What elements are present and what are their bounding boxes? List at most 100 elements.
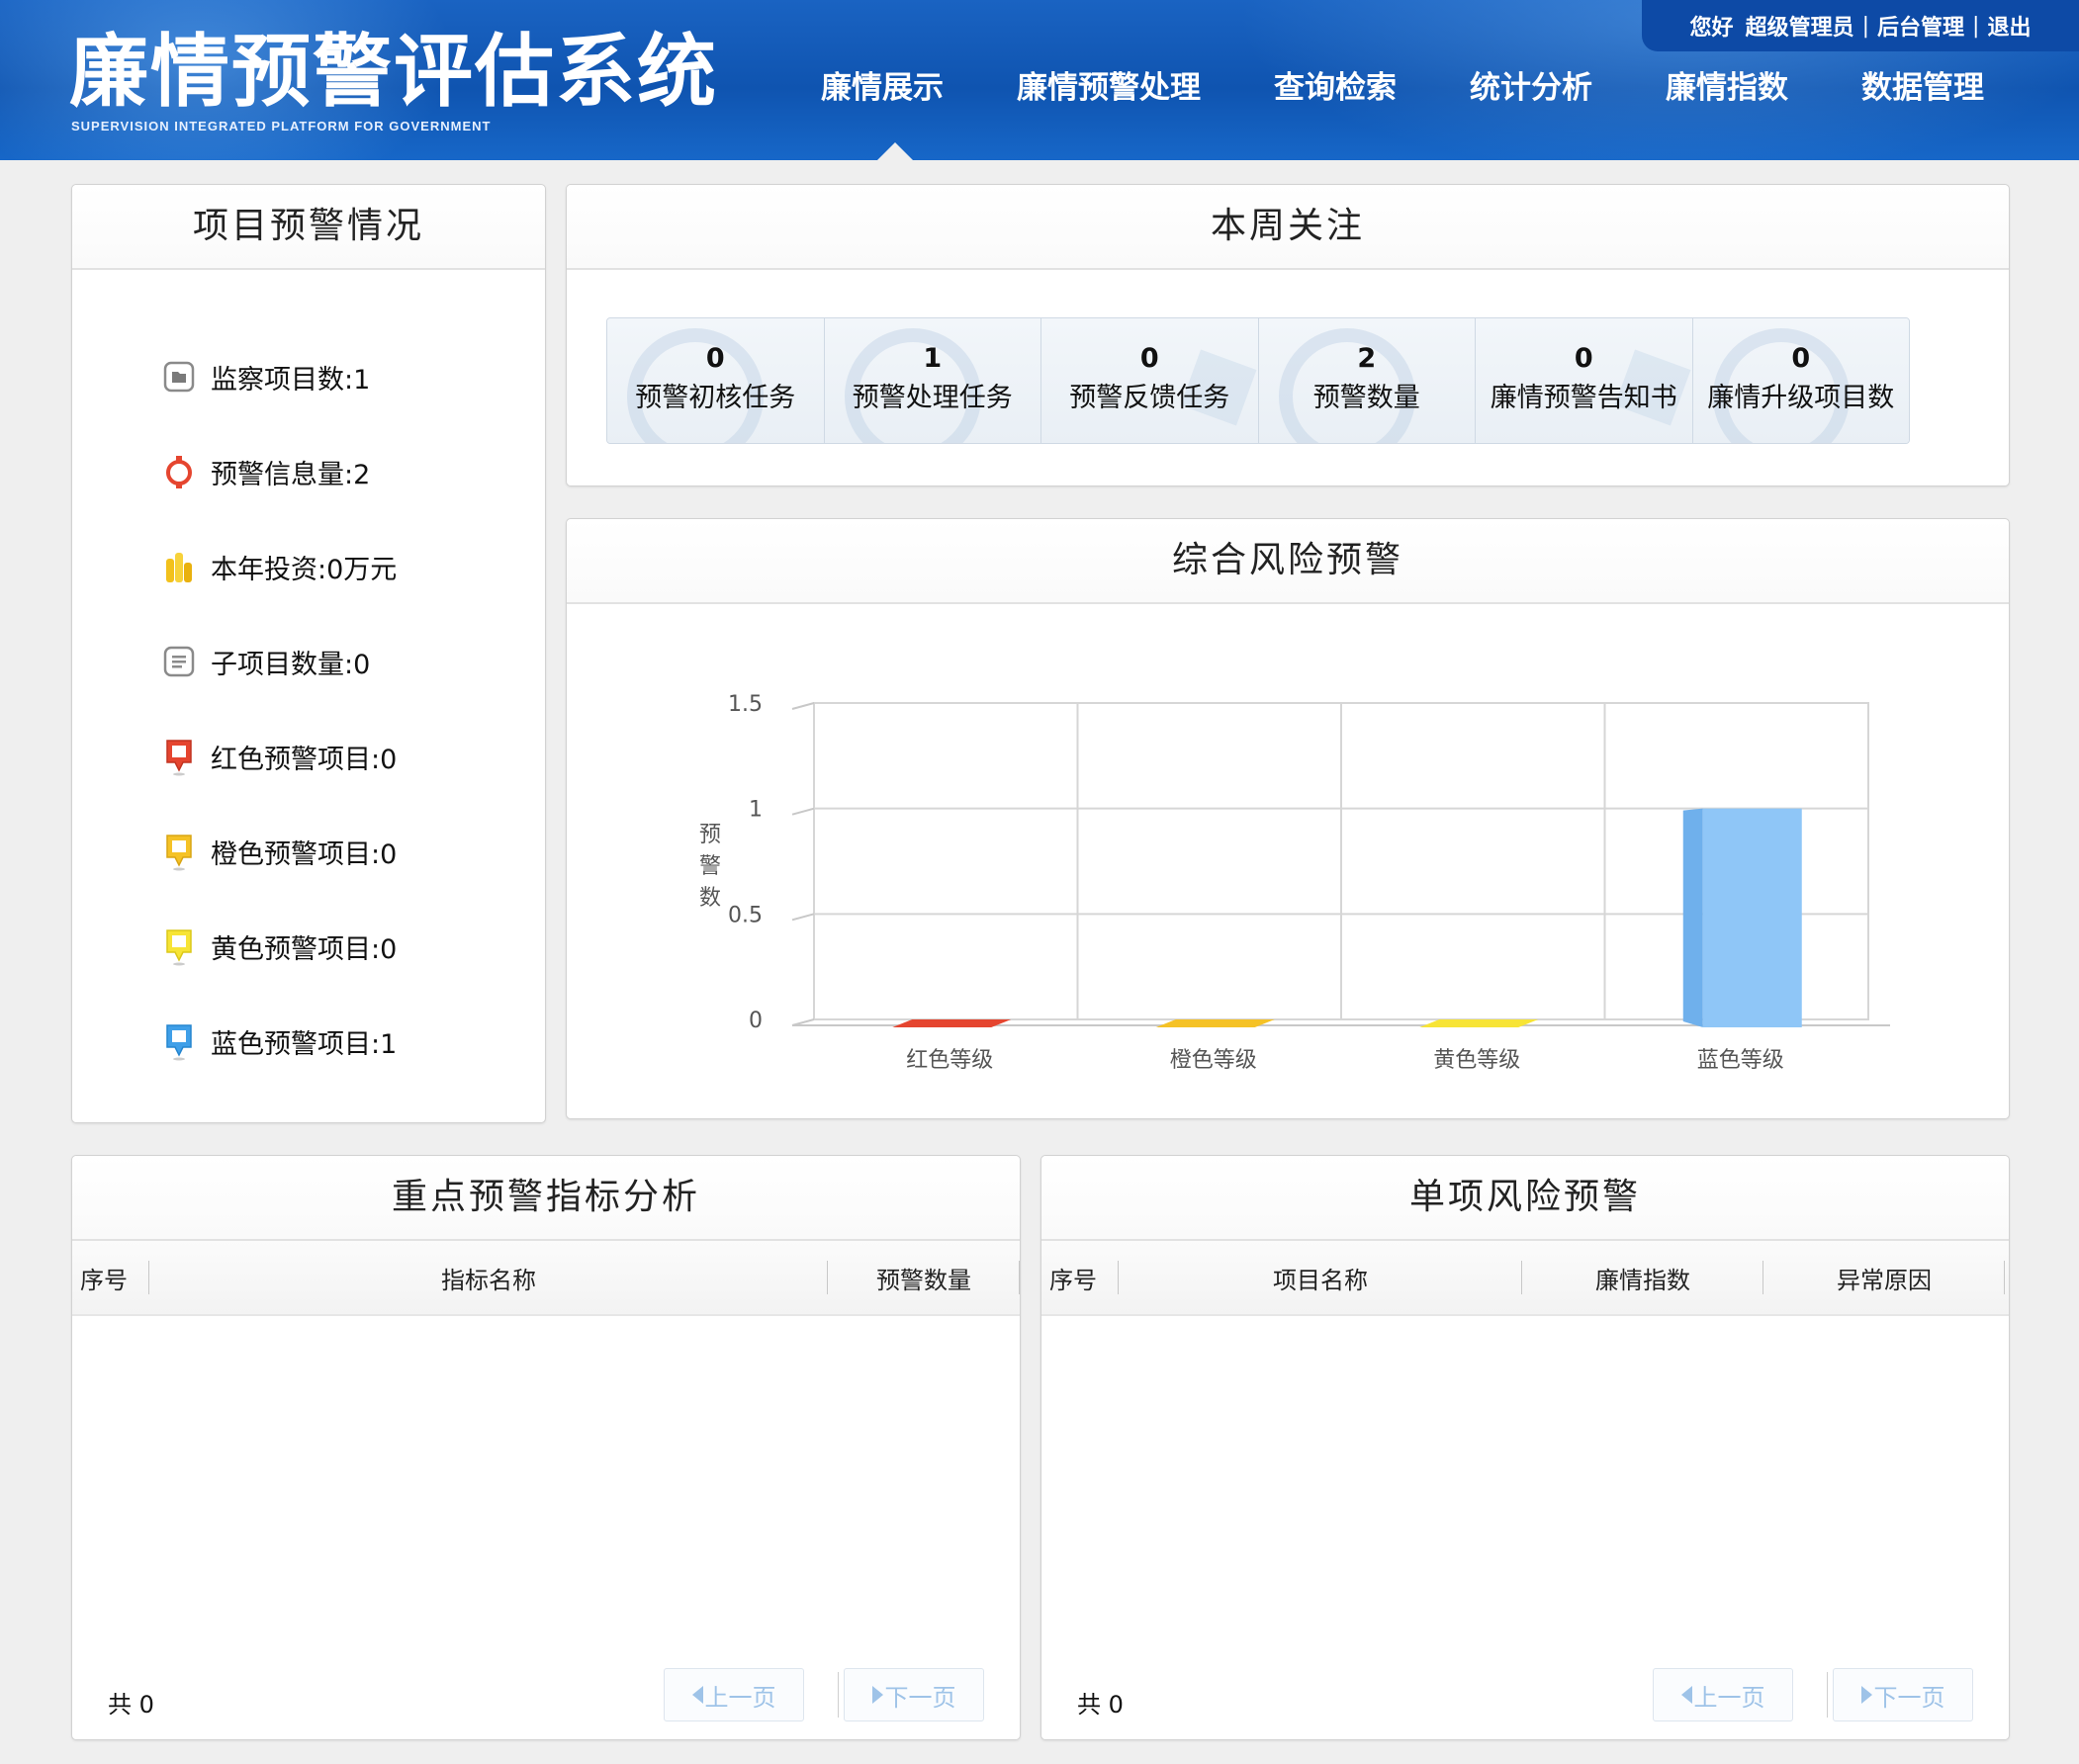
bar-4 [1702,808,1802,1027]
nav-item-statistics[interactable]: 统计分析 [1470,65,1592,111]
coins-icon [159,547,199,586]
y-axis-label: 预 [699,823,721,847]
chart-tick-mark [791,702,815,710]
x-tick-label: 橙色等级 [1170,1048,1257,1073]
weekly-stat-notice[interactable]: 0 廉情预警告知书 [1476,318,1693,443]
stat-label: 预警数量 [1312,383,1420,413]
list-item: 子项目数量:0 [159,614,397,709]
app-subtitle: SUPERVISION INTEGRATED PLATFORM FOR GOVE… [71,119,492,133]
nav-item-warning-handling[interactable]: 廉情预警处理 [1017,65,1201,111]
weekly-stat-upgraded[interactable]: 0 廉情升级项目数 [1692,318,1909,443]
pager-divider [1827,1672,1828,1718]
table-total-count: 共 0 [108,1691,154,1719]
single-risk-panel: 单项风险预警 序号 项目名称 廉情指数 异常原因 共 0 上一页 下一页 [1040,1155,2010,1740]
panel-title: 重点预警指标分析 [72,1156,1020,1241]
prev-page-label: 上一页 [1693,1683,1765,1712]
table-header: 序号 项目名称 廉情指数 异常原因 [1041,1241,2009,1316]
prev-page-button[interactable]: 上一页 [664,1668,804,1721]
logout-link[interactable]: 退出 [1987,10,2031,42]
nav-item-query[interactable]: 查询检索 [1274,65,1397,111]
arrow-right-icon [1860,1686,1872,1704]
greeting-text: 您好 [1689,16,1734,41]
column-header-index[interactable]: 序号 [1041,1241,1119,1314]
nav-item-lianqing-display[interactable]: 廉情展示 [821,65,944,111]
comprehensive-risk-panel: 综合风险预警 0 0.5 1 1.5 预警数红色等级 橙色等级 黄色等级 蓝色等级 [566,518,2010,1119]
prev-page-label: 上一页 [704,1683,776,1712]
alarm-ring-icon [159,452,199,491]
x-tick-label: 红色等级 [906,1048,993,1073]
x-tick-label: 蓝色等级 [1697,1048,1784,1073]
active-nav-caret [877,142,913,160]
arrow-left-icon [691,1686,703,1704]
list-item: 预警信息量:2 [159,424,397,519]
user-bar: 您好 超级管理员 | 后台管理 | 退出 [1642,0,2079,51]
nav-item-data-management[interactable]: 数据管理 [1861,65,1984,111]
app-title: 廉情预警评估系统 [69,26,718,118]
weekly-stat-handling[interactable]: 1 预警处理任务 [824,318,1041,443]
stat-value: 0 [1139,343,1159,374]
prev-page-button[interactable]: 上一页 [1653,1668,1793,1721]
admin-link[interactable]: 后台管理 [1877,10,1964,42]
red-pin-icon [159,737,199,776]
x-tick-label: 黄色等级 [1433,1048,1520,1073]
y-axis-label: 数 [699,886,721,911]
list-item: 黄色预警项目:0 [159,899,397,994]
red-warning-label: 红色预警项目:0 [211,744,398,775]
column-header-abnormal-reason[interactable]: 异常原因 [1763,1241,2005,1314]
annual-investment-label: 本年投资:0万元 [211,554,398,585]
next-page-button[interactable]: 下一页 [1833,1668,1973,1721]
folder-icon [159,357,199,397]
bar-1 [892,1019,1012,1027]
bar-side-face [1682,808,1703,1027]
panel-title: 综合风险预警 [567,519,2009,604]
user-bar-separator: | [1861,13,1869,39]
y-tick-label: 0.5 [728,903,763,927]
main-nav: 廉情展示 廉情预警处理 查询检索 统计分析 廉情指数 数据管理 [821,65,1984,111]
column-header-index[interactable]: 序号 [72,1241,149,1314]
panel-title: 单项风险预警 [1041,1156,2009,1241]
list-item: 本年投资:0万元 [159,519,397,614]
orange-warning-label: 橙色预警项目:0 [211,838,398,870]
stat-value: 0 [705,343,725,374]
bar-3 [1419,1019,1539,1027]
top-header: 廉情预警评估系统 SUPERVISION INTEGRATED PLATFORM… [0,0,2079,160]
nav-item-index[interactable]: 廉情指数 [1666,65,1788,111]
blue-pin-icon [159,1021,199,1061]
risk-bar-chart: 0 0.5 1 1.5 预警数红色等级 橙色等级 黄色等级 蓝色等级 [699,692,1890,1073]
panel-title: 项目预警情况 [72,185,545,270]
stat-value: 0 [1791,343,1811,374]
user-name-link[interactable]: 超级管理员 [1746,10,1854,42]
list-item: 蓝色预警项目:1 [159,994,397,1089]
stat-label: 廉情升级项目数 [1707,383,1895,413]
column-header-project-name[interactable]: 项目名称 [1119,1241,1522,1314]
column-header-indicator-name[interactable]: 指标名称 [149,1241,828,1314]
orange-pin-icon [159,832,199,871]
next-page-label: 下一页 [884,1683,956,1712]
stat-label: 预警初核任务 [635,383,796,413]
weekly-stat-warning-count[interactable]: 2 预警数量 [1258,318,1476,443]
key-indicator-panel: 重点预警指标分析 序号 指标名称 预警数量 共 0 上一页 下一页 [71,1155,1021,1740]
panel-title: 本周关注 [567,185,2009,270]
column-header-lianqing-index[interactable]: 廉情指数 [1522,1241,1763,1314]
list-item: 橙色预警项目:0 [159,804,397,899]
table-total-count: 共 0 [1077,1691,1124,1719]
monitored-projects-label: 监察项目数:1 [211,364,371,396]
y-tick-label: 1 [749,798,763,823]
arrow-left-icon [1680,1686,1692,1704]
project-stats-list: 监察项目数:1 预警信息量:2 本年投资:0万元 子项目数量:0 红色预警项目:… [159,329,397,1089]
stat-label: 廉情预警告知书 [1490,383,1677,413]
table-header: 序号 指标名称 预警数量 [72,1241,1020,1316]
y-axis-label: 警 [699,854,721,879]
weekly-stat-feedback[interactable]: 0 预警反馈任务 [1041,318,1259,443]
blue-warning-label: 蓝色预警项目:1 [211,1028,398,1060]
list-doc-icon [159,642,199,681]
column-header-warning-count[interactable]: 预警数量 [828,1241,1020,1314]
y-tick-label: 0 [749,1009,763,1033]
user-bar-separator: | [1972,13,1980,39]
next-page-button[interactable]: 下一页 [844,1668,984,1721]
weekly-stat-initial-check[interactable]: 0 预警初核任务 [607,318,825,443]
list-item: 红色预警项目:0 [159,709,397,804]
stat-value: 1 [923,343,943,374]
sub-projects-label: 子项目数量:0 [211,649,371,680]
weekly-focus-panel: 本周关注 0 预警初核任务 1 预警处理任务 0 预警反馈任务 2 预警数量 0… [566,184,2010,486]
